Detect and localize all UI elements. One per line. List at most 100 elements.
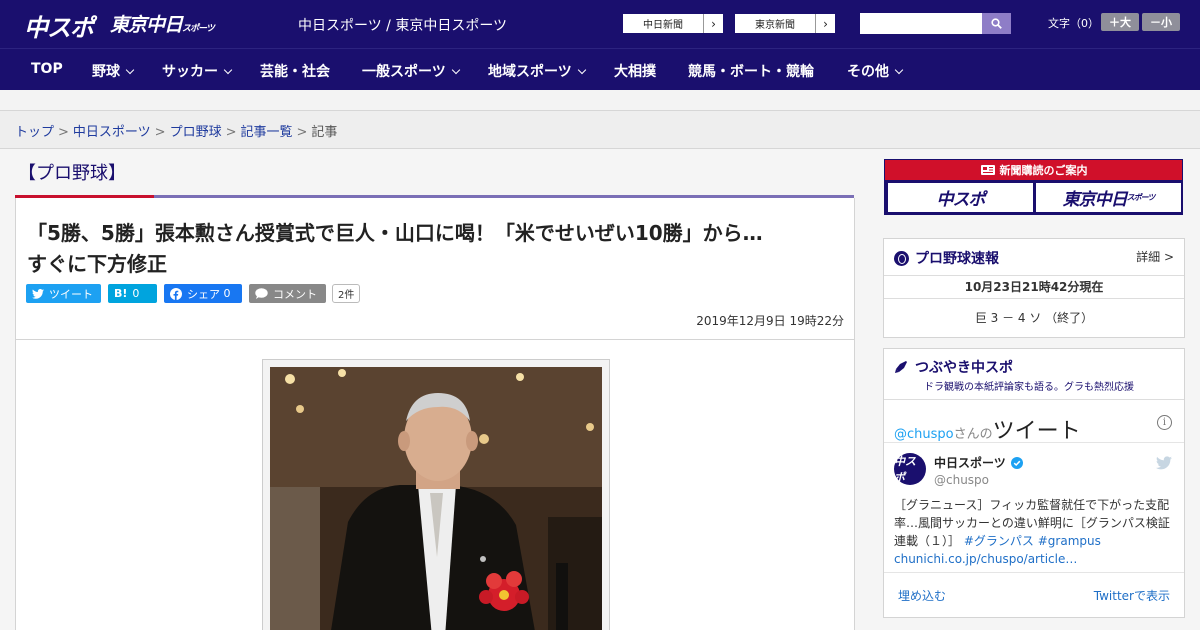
game-score[interactable]: 巨 3 － 4 ソ （終了） <box>884 309 1184 326</box>
paper-link-label: 東京新聞 <box>755 20 795 31</box>
twitter-widget-card: つぶやき中スポ ドラ観戦の本紙評論家も語る。グラも熱烈応援 @chuspoさんの… <box>883 348 1185 618</box>
baseball-scores-card: プロ野球速報 詳細 > 10月23日21時42分現在 巨 3 － 4 ソ （終了… <box>883 238 1185 338</box>
chevron-right-icon: › <box>703 14 723 33</box>
nav-item-other[interactable]: その他 <box>847 61 904 81</box>
scores-timestamp: 10月23日21時42分現在 <box>884 275 1184 299</box>
info-icon[interactable]: i <box>1157 415 1172 430</box>
baseball-icon <box>894 250 909 266</box>
nav-label: 野球 <box>92 64 120 80</box>
breadcrumb: トップ > 中日スポーツ > プロ野球 > 記事一覧 > 記事 <box>15 121 337 140</box>
tokyo-logo-text: 東京中日 <box>110 14 183 36</box>
hashtag-link[interactable]: #グランパス <box>964 534 1034 548</box>
nav-item-racing[interactable]: 競馬・ボート・競輪 <box>688 61 814 81</box>
tweets-title: つぶやき中スポ <box>894 357 1013 377</box>
nav-item-top[interactable]: TOP <box>31 61 63 77</box>
facebook-share-label: シェア <box>187 287 220 301</box>
breadcrumb-current: 記事 <box>311 125 338 140</box>
article-headline: 「5勝、5勝」張本勲さん授賞式で巨人・山口に喝！「米でせいぜい10勝」から… す… <box>27 218 847 280</box>
chevron-down-icon <box>894 65 904 75</box>
tweet-label: ツイート <box>49 287 93 301</box>
header-strip <box>0 90 1200 111</box>
breadcrumb-separator: > <box>154 125 166 140</box>
twitter-bird-icon[interactable] <box>1156 456 1172 470</box>
tweet-article-link[interactable]: chunichi.co.jp/chuspo/article… <box>894 552 1077 566</box>
nav-label: TOP <box>31 61 63 77</box>
font-bigger-button[interactable]: ＋大 <box>1101 13 1139 31</box>
timeline-header: @chuspoさんのツイート <box>894 413 1081 445</box>
tokyo-shimbun-link[interactable]: 東京新聞 › <box>734 13 836 34</box>
breadcrumb-chunichi-sports[interactable]: 中日スポーツ <box>73 125 151 140</box>
breadcrumb-pro-baseball[interactable]: プロ野球 <box>170 125 222 140</box>
main-nav: TOP 野球 サッカー 芸能・社会 一般スポーツ 地域スポーツ 大相撲 競馬・ボ… <box>0 48 1200 90</box>
article-photo[interactable] <box>270 367 602 630</box>
search-input[interactable] <box>860 13 982 34</box>
facebook-icon <box>170 287 182 300</box>
search-button[interactable] <box>982 13 1011 34</box>
breadcrumb-separator: > <box>296 125 308 140</box>
verified-badge-icon <box>1010 456 1023 469</box>
twitter-embed: @chuspoさんのツイート i 中スポ 中日スポーツ @chuspo ［グラニ… <box>884 399 1184 617</box>
newspaper-icon <box>980 165 995 175</box>
scores-title-text: プロ野球速報 <box>915 251 999 267</box>
tokyo-logo-small: スポーツ <box>182 24 215 34</box>
chevron-down-icon <box>577 65 586 75</box>
divider <box>884 442 1184 443</box>
scores-detail-link[interactable]: 詳細 > <box>1136 248 1174 265</box>
nav-label: 大相撲 <box>614 64 656 80</box>
hatena-bookmark-button[interactable]: B! 0 <box>108 284 157 303</box>
facebook-count: 0 <box>223 287 231 300</box>
nav-item-local-sports[interactable]: 地域スポーツ <box>488 61 586 81</box>
nav-item-entertainment[interactable]: 芸能・社会 <box>260 61 330 81</box>
nav-item-general-sports[interactable]: 一般スポーツ <box>362 61 460 81</box>
tweet-account-name[interactable]: 中日スポーツ <box>934 454 1023 471</box>
top-header: 中スポ 東京中日スポーツ 中日スポーツ / 東京中日スポーツ 中日新聞 › 東京… <box>0 0 1200 48</box>
breadcrumb-separator: > <box>58 125 69 140</box>
embed-link[interactable]: 埋め込む <box>898 587 946 604</box>
tokyo-chunichi-logo[interactable]: 東京中日スポーツ <box>110 10 215 37</box>
divider <box>884 572 1184 573</box>
avatar[interactable]: 中スポ <box>894 453 926 485</box>
subscription-title: 新聞購読のご案内 <box>999 164 1088 177</box>
tweet-account-name-text: 中日スポーツ <box>934 456 1006 470</box>
nav-item-baseball[interactable]: 野球 <box>92 61 135 81</box>
nav-item-sumo[interactable]: 大相撲 <box>614 61 656 81</box>
chuspo-logo[interactable]: 中スポ <box>24 8 94 43</box>
subscribe-tokyo-chunichi-button[interactable]: 東京中日 スポーツ <box>1036 183 1181 212</box>
comment-button[interactable]: コメント <box>249 284 326 303</box>
chevron-down-icon <box>125 65 135 75</box>
site-names: 中日スポーツ / 東京中日スポーツ <box>298 18 508 34</box>
nav-item-soccer[interactable]: サッカー <box>162 61 233 81</box>
search-icon <box>991 18 1002 29</box>
article-photo-illustration <box>270 367 602 630</box>
nav-label: 芸能・社会 <box>260 64 330 80</box>
view-on-twitter-link[interactable]: Twitterで表示 <box>1094 587 1170 604</box>
subscribe-tokyo-logo-small: スポーツ <box>1126 193 1156 202</box>
publish-date: 2019年12月9日 19時22分 <box>696 314 844 328</box>
chunichi-shimbun-link[interactable]: 中日新聞 › <box>622 13 724 34</box>
nav-label: 地域スポーツ <box>488 64 572 80</box>
category-title: 【プロ野球】 <box>18 163 126 184</box>
tweet-account-handle[interactable]: @chuspo <box>934 473 989 487</box>
comment-label: コメント <box>273 287 317 301</box>
subscription-banner[interactable]: 新聞購読のご案内 中スポ 東京中日 スポーツ <box>884 159 1183 215</box>
breadcrumb-article-list[interactable]: 記事一覧 <box>241 125 293 140</box>
hashtag-link[interactable]: #grampus <box>1038 534 1101 548</box>
facebook-share-button[interactable]: シェア 0 <box>164 284 242 303</box>
tweet-button[interactable]: ツイート <box>26 284 101 303</box>
breadcrumb-separator: > <box>225 125 237 140</box>
nav-label: その他 <box>847 64 889 80</box>
timeline-tweet-word: ツイート <box>992 419 1081 444</box>
breadcrumb-top[interactable]: トップ <box>15 125 54 140</box>
timeline-handle[interactable]: @chuspo <box>894 427 954 442</box>
chevron-down-icon <box>451 65 460 75</box>
nav-label: 一般スポーツ <box>362 64 446 80</box>
font-smaller-button[interactable]: －小 <box>1142 13 1180 31</box>
tweets-title-text: つぶやき中スポ <box>915 360 1013 376</box>
comment-count[interactable]: 2件 <box>332 284 361 303</box>
paper-link-label: 中日新聞 <box>643 20 683 31</box>
font-size-label: 文字（0） <box>1048 17 1099 30</box>
subscribe-chuspo-button[interactable]: 中スポ <box>888 183 1033 212</box>
hatena-icon: B! <box>114 287 128 300</box>
nav-label: サッカー <box>162 64 218 80</box>
subscribe-tokyo-logo-text: 東京中日 <box>1062 190 1128 210</box>
